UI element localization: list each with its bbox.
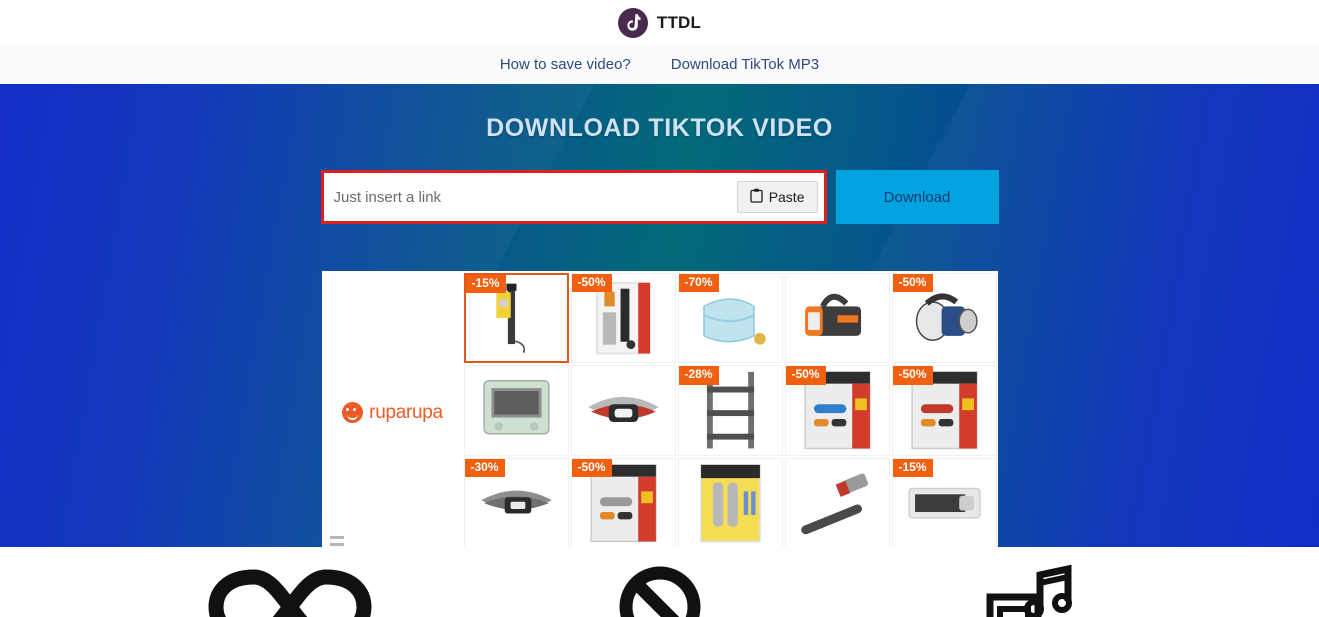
- ad-product-tile[interactable]: [784, 273, 890, 364]
- ad-brand-logo: ruparupa: [342, 402, 443, 424]
- ad-product-tile[interactable]: -70%: [677, 273, 783, 364]
- paste-button-label: Paste: [768, 189, 805, 205]
- download-form: Paste Download: [320, 170, 999, 224]
- discount-badge: -50%: [785, 366, 826, 385]
- ad-product-tile[interactable]: -50%: [570, 273, 676, 364]
- discount-badge: -50%: [892, 366, 933, 385]
- ad-product-tile[interactable]: -15%: [891, 457, 997, 547]
- discount-badge: -70%: [678, 274, 719, 293]
- link-input[interactable]: [333, 173, 737, 221]
- download-button[interactable]: Download: [835, 170, 999, 224]
- ad-product-tile[interactable]: -30%: [463, 457, 569, 547]
- brand-logo[interactable]: TTDL: [617, 8, 702, 38]
- page-root: TTDL How to save video? Download TikTok …: [0, 0, 1319, 617]
- site-header: TTDL: [0, 0, 1319, 46]
- brand-name: TTDL: [656, 13, 702, 32]
- product-image-headlamp-red: [572, 366, 675, 454]
- discount-badge: -50%: [571, 458, 612, 477]
- link-input-wrapper: Paste: [320, 170, 827, 224]
- ad-product-grid: -15% -50% -70% -50% -28% -50% -50% -30% …: [463, 271, 998, 547]
- ad-product-tile[interactable]: [570, 365, 676, 456]
- discount-badge: -50%: [892, 274, 933, 293]
- paste-button[interactable]: Paste: [736, 181, 818, 213]
- discount-badge: -15%: [892, 458, 933, 477]
- discount-badge: -50%: [571, 274, 612, 293]
- discount-badge: -15%: [465, 275, 506, 294]
- ad-product-tile[interactable]: [463, 365, 569, 456]
- ad-product-tile[interactable]: [784, 457, 890, 547]
- adchoices-icon[interactable]: [329, 536, 344, 546]
- tiktok-note-icon: [617, 8, 648, 38]
- ad-product-tile[interactable]: -15%: [463, 273, 569, 364]
- ad-product-tile[interactable]: -50%: [570, 457, 676, 547]
- product-image-torch-pack: [679, 459, 782, 547]
- ad-product-tile[interactable]: -50%: [784, 365, 890, 456]
- ad-product-tile[interactable]: [677, 457, 783, 547]
- nav-item-how-to-save-video[interactable]: How to save video?: [500, 46, 631, 84]
- no-watermark-icon: [615, 563, 705, 617]
- hero-section: DOWNLOAD TIKTOK VIDEO Paste Download: [0, 84, 1319, 547]
- features-strip: [0, 547, 1319, 617]
- main-nav: How to save video? Download TikTok MP3: [0, 46, 1319, 89]
- ad-product-tile[interactable]: -28%: [677, 365, 783, 456]
- page-title: DOWNLOAD TIKTOK VIDEO: [486, 114, 833, 142]
- ad-brand-panel: ruparupa: [321, 271, 464, 547]
- product-image-hammer: [786, 459, 889, 547]
- clipboard-icon: [750, 188, 763, 206]
- ruparupa-smiley-icon: [342, 402, 364, 423]
- infinity-icon: [202, 563, 378, 617]
- discount-badge: -30%: [464, 458, 505, 477]
- ad-product-tile[interactable]: -50%: [891, 273, 997, 364]
- nav-item-download-tiktok-mp3[interactable]: Download TikTok MP3: [671, 46, 819, 84]
- discount-badge: -28%: [678, 366, 719, 385]
- ad-product-tile[interactable]: -50%: [891, 365, 997, 456]
- product-image-oven: [465, 366, 568, 454]
- ad-brand-name: ruparupa: [369, 401, 443, 423]
- ad-banner[interactable]: ruparupa -15% -50% -70% -50% -28% -50% -…: [321, 271, 998, 547]
- product-image-spotlight: [786, 274, 889, 362]
- feature-media-formats: [935, 563, 1125, 617]
- feature-no-watermark: [565, 563, 755, 617]
- photo-music-icon: [984, 563, 1076, 617]
- feature-unlimited: [195, 563, 385, 617]
